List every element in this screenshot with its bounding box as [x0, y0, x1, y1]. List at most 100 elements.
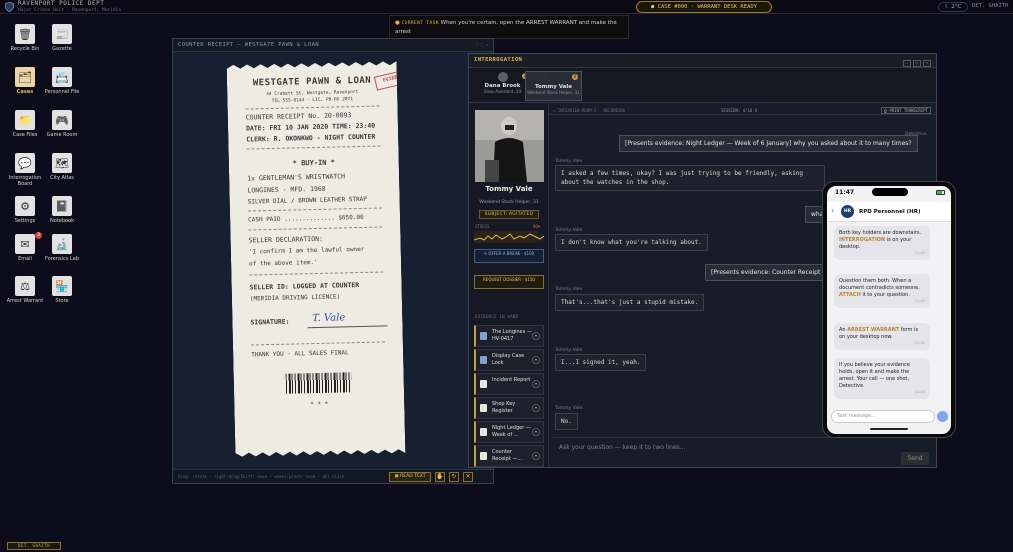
offer-break-button[interactable]: ✎ OFFER A BREAK · $100 [474, 249, 544, 263]
desktop-icon-cases[interactable]: 🗂 Cases [5, 67, 45, 95]
document-icon [480, 452, 487, 460]
receipt-item-line: LONGINES - MFD. 1968 [247, 184, 326, 195]
attach-chevron-icon[interactable]: ▾ [532, 332, 540, 340]
desktop-icon-settings[interactable]: ⚙ Settings [5, 196, 45, 224]
question-input-area[interactable]: Ask your question — keep it to two lines… [553, 437, 933, 467]
back-chevron-icon[interactable]: ‹ [831, 206, 834, 215]
desktop-icon-label: Settings [14, 218, 36, 224]
tab-tommy-vale[interactable]: Tommy Vale Weekend Stock Helper, 31 4 [525, 71, 582, 101]
evidence-title: Shop Key Register [492, 401, 516, 414]
evidence-item[interactable]: Incident Report ▾ [474, 373, 544, 395]
message-time: 11:45 [914, 299, 925, 303]
maximize-button[interactable]: ▢ [912, 60, 921, 67]
interrogation-titlebar[interactable]: INTERROGATION — ▢ ✕ [469, 54, 936, 68]
desktop-icon-case-files[interactable]: 📁 Case Files [5, 110, 45, 138]
minimize-button[interactable]: — [902, 60, 911, 67]
attach-chevron-icon[interactable]: ▾ [532, 356, 540, 364]
desktop-icon-email[interactable]: ✉ Email 3 [5, 232, 45, 262]
session-counter: SESSION: 4/10 Q [721, 108, 758, 113]
suspect-name: Tommy Vale [485, 185, 533, 193]
signature-line [308, 325, 388, 328]
desktop-icon-notebook[interactable]: 📓 Notebook [42, 196, 82, 224]
receipt-window-titlebar[interactable]: COUNTER RECEIPT — WESTGATE PAWN & LOAN —… [173, 39, 493, 52]
phone-screen: 11:47 ‹ HR RPD Personnel (HR) Both key h… [827, 186, 951, 434]
notebook-icon: 📓 [52, 196, 72, 216]
evidence-item[interactable]: The Longines — HV-0417 ▾ [474, 325, 544, 347]
counter-receipt[interactable]: WESTGATE PAWN & LOAN EVIDENCE 44 Crabett… [227, 61, 406, 457]
receipt-footer: Drag: rotate · right-drag/Shift: move · … [173, 469, 493, 483]
receipt-date: DATE: FRI 10 JAN 2020 TIME: 23:40 [245, 121, 376, 133]
battery-icon [936, 190, 945, 195]
question-input[interactable]: Ask your question — keep it to two lines… [559, 444, 685, 451]
document-icon [480, 356, 487, 364]
attach-chevron-icon[interactable]: ▾ [532, 452, 540, 460]
evidence-item[interactable]: Counter Receipt —... ▾ [474, 445, 544, 467]
desktop-icon-gazette[interactable]: 📰 Gazette [42, 24, 82, 52]
evidence-title: Display Case Lock [492, 353, 525, 366]
evidence-title: Night Ledger — Week of ... [492, 425, 531, 438]
suspect-message: I asked a few times, okay? I was just tr… [555, 165, 825, 191]
arrest-warrant-icon: ⚖ [15, 276, 35, 296]
read-text-button[interactable]: ▣ READ TEXT [389, 472, 431, 482]
tab-role: Shop Assistant, 24 [483, 89, 522, 94]
hr-message: An ARREST WARRANT form is on your deskto… [834, 323, 930, 350]
receipt-divider [246, 106, 380, 110]
speaker-label: Tommy Vale [555, 406, 583, 411]
top-bar: RAVENPORT POLICE DEPT Major Crimes Unit … [0, 0, 1013, 14]
desktop-icon-label: Arrest Warrant [6, 298, 44, 304]
desktop-icon-personnel-file[interactable]: 📇 Personnel File [42, 67, 82, 95]
receipt-item-line: 1x GENTLEMAN'S WRISTWATCH [247, 172, 346, 183]
suspect-role: Weekend Stock Helper, 31 [479, 200, 539, 205]
attach-chevron-icon[interactable]: ▾ [532, 404, 540, 412]
evidence-item[interactable]: Display Case Lock ▾ [474, 349, 544, 371]
detective-name[interactable]: DET. GHAITH [972, 3, 1008, 9]
task-label: CURRENT TASK [401, 21, 439, 26]
tab-dana-brook[interactable]: Dana Brook Shop Assistant, 24 2 [474, 71, 531, 101]
case-status-pill[interactable]: ● CASE #000 · WARRANT DESK READY [636, 1, 772, 13]
desktop-icon-label: Forensics Lab [45, 256, 79, 262]
window-controls[interactable]: — ▢ ✕ [476, 42, 488, 47]
desktop-icon-arrest-warrant[interactable]: ⚖ Arrest Warrant [5, 276, 45, 304]
forensics-lab-icon: 🔬 [52, 234, 72, 254]
send-button[interactable]: Send [901, 452, 929, 465]
email-badge: 3 [35, 232, 42, 239]
close-button[interactable]: ✕ [922, 60, 931, 67]
desktop-icon-label: Notebook [49, 218, 75, 224]
attach-chevron-icon[interactable]: ▾ [532, 428, 540, 436]
attach-chevron-icon[interactable]: ▾ [532, 380, 540, 388]
hand-tool-icon[interactable]: ✋ [435, 472, 445, 482]
phone-time: 11:47 [835, 189, 855, 196]
request-dossier-button[interactable]: REQUEST DOSSIER · $150 [474, 275, 544, 289]
case-files-icon: 📁 [15, 110, 35, 130]
chat-header: ◂ INTERVIEW ROOM 2 · RECORDING SESSION: … [549, 106, 936, 115]
evidence-item[interactable]: Night Ledger — Week of ... ▾ [474, 421, 544, 443]
current-task-panel: ● CURRENT TASK When you're certain, open… [389, 15, 629, 39]
barcode [286, 372, 352, 393]
suspect-message: I...I signed it, yeah. [555, 354, 647, 371]
phone-device[interactable]: 11:47 ‹ HR RPD Personnel (HR) Both key h… [822, 181, 956, 438]
text-message-input[interactable]: Text message... [831, 410, 935, 423]
suspect-message: No. [555, 413, 578, 430]
receipt-store-name: WESTGATE PAWN & LOAN [252, 75, 372, 89]
desktop-icon-forensics-lab[interactable]: 🔬 Forensics Lab [42, 234, 82, 262]
police-shield-icon [5, 2, 14, 12]
print-transcript-button[interactable]: ⎙ PRINT TRANSCRIPT [880, 107, 931, 114]
tab-role: Weekend Stock Helper, 31 [527, 90, 580, 95]
detective-button[interactable]: DET. GHAITH [7, 542, 61, 550]
recording-status: ◂ INTERVIEW ROOM 2 · RECORDING [553, 108, 626, 113]
receipt-viewer-window[interactable]: COUNTER RECEIPT — WESTGATE PAWN & LOAN —… [172, 38, 494, 484]
desktop-icon-game-room[interactable]: 🎮 Game Room [42, 110, 82, 138]
desktop-icon-recycle-bin[interactable]: 🗑 Recycle Bin [5, 24, 45, 52]
desktop-icon-interrogation-board[interactable]: 💬 Interrogation Board [5, 153, 45, 187]
evidence-item[interactable]: Shop Key Register ▾ [474, 397, 544, 419]
home-indicator[interactable] [870, 428, 908, 430]
desktop-icon-store[interactable]: 🏪 Store [42, 276, 82, 304]
suspect-message: I don't know what you're talking about. [555, 234, 708, 251]
desktop-icon-label: Email [18, 256, 32, 262]
send-arrow-icon[interactable] [937, 411, 948, 422]
rotate-icon[interactable]: ↻ [449, 472, 459, 482]
window-controls[interactable]: — ▢ ✕ [901, 57, 931, 67]
stress-meter [474, 231, 544, 243]
close-icon[interactable]: ✕ [463, 472, 473, 482]
desktop-icon-city-atlas[interactable]: 🗺 City Atlas [42, 153, 82, 181]
